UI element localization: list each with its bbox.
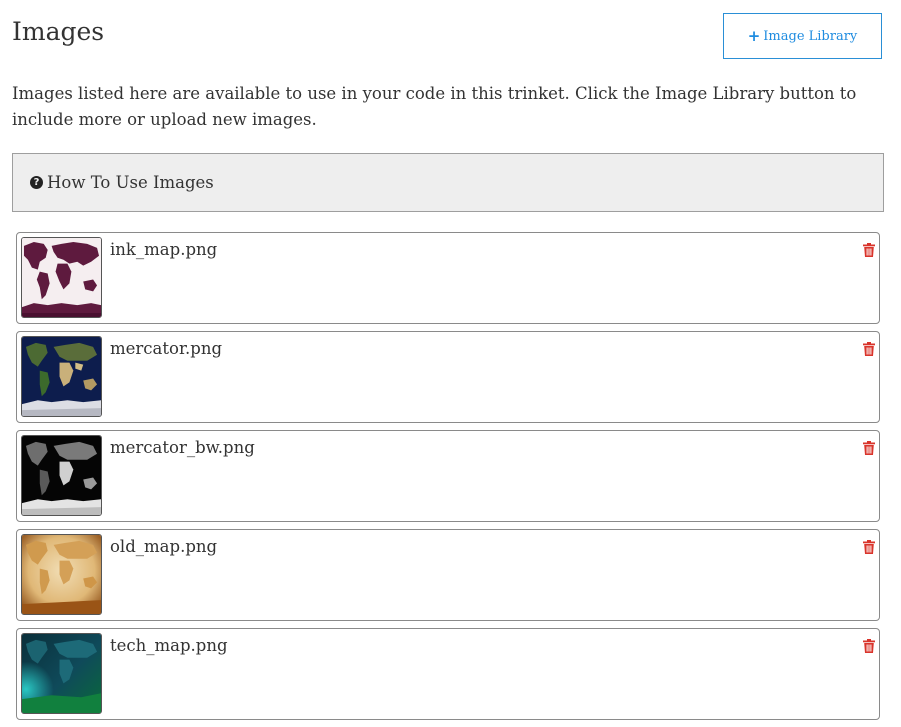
intro-text: Images listed here are available to use …: [12, 84, 857, 129]
plus-icon: +: [747, 26, 761, 45]
mercator-bw-thumbnail: [21, 435, 102, 516]
image-filename: ink_map.png: [110, 240, 218, 259]
trash-icon[interactable]: [863, 441, 875, 455]
question-circle-icon: ?: [30, 176, 43, 189]
trash-icon[interactable]: [863, 243, 875, 257]
image-list-item: old_map.png: [16, 529, 880, 621]
page-title: Images: [12, 17, 105, 46]
image-list-item: mercator.png: [16, 331, 880, 423]
image-filename: mercator.png: [110, 339, 223, 358]
trash-icon[interactable]: [863, 639, 875, 653]
image-list-item: mercator_bw.png: [16, 430, 880, 522]
image-library-button[interactable]: + Image Library: [723, 13, 882, 59]
image-library-button-label: Image Library: [763, 28, 858, 44]
trash-icon[interactable]: [863, 540, 875, 554]
image-list-item: tech_map.png: [16, 628, 880, 720]
how-to-use-images-label: How To Use Images: [47, 173, 214, 192]
image-filename: old_map.png: [110, 537, 218, 556]
image-list-item: ink_map.png: [16, 232, 880, 324]
old-map-thumbnail: [21, 534, 102, 615]
how-to-use-images-panel[interactable]: ? How To Use Images: [12, 153, 884, 212]
image-list: ink_map.png mercator.png mercator_bw.png…: [16, 232, 880, 727]
ink-map-thumbnail: [21, 237, 102, 318]
image-filename: mercator_bw.png: [110, 438, 255, 457]
tech-map-thumbnail: [21, 633, 102, 714]
image-filename: tech_map.png: [110, 636, 228, 655]
mercator-thumbnail: [21, 336, 102, 417]
trash-icon[interactable]: [863, 342, 875, 356]
